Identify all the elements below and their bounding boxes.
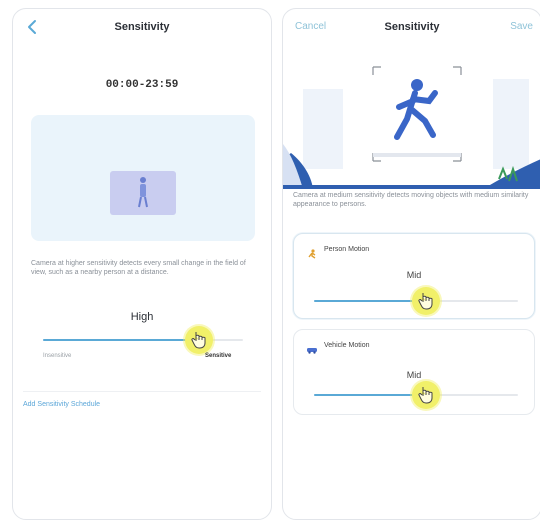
page-title: Sensitivity [384,21,440,33]
hand-pointer-icon [418,387,433,404]
left-sensitivity-screen: Sensitivity 00:00-23:59 Camera at higher… [12,8,272,520]
detection-illustration [283,49,540,189]
slider-fill [314,300,427,302]
add-schedule-link[interactable]: Add Sensitivity Schedule [23,401,100,408]
person-motion-icon [306,246,318,259]
slider-thumb[interactable] [412,287,441,315]
sensitivity-description: Camera at medium sensitivity detects mov… [293,192,529,208]
vehicle-icon [306,342,318,354]
vehicle-motion-card[interactable]: Vehicle Motion Mid [293,329,535,415]
page-title: Sensitivity [114,21,170,33]
slider-thumb[interactable] [412,381,441,409]
card-level-label: Mid [406,370,422,380]
card-label: Person Motion [324,246,370,253]
card-level-label: Mid [406,270,422,280]
slider-thumb[interactable] [185,326,213,354]
right-sensitivity-screen: Cancel Sensitivity Save Camera at medium… [282,8,540,520]
scene-illustration [283,49,540,189]
camera-preview [31,115,255,241]
time-range: 00:00-23:59 [105,79,179,91]
right-header: Cancel Sensitivity Save [283,9,540,45]
sensitivity-description: Camera at higher sensitivity detects eve… [31,260,246,276]
detection-zone [110,171,176,215]
sensitivity-level-label: High [130,311,154,323]
small-person-icon [138,177,148,208]
slider-max-label: Sensitive [205,353,232,359]
slider-min-label: Insensitive [43,353,72,359]
divider [23,391,261,392]
hand-pointer-icon [191,332,206,349]
sensitivity-slider[interactable] [43,339,243,341]
slider-fill [314,394,427,396]
save-button[interactable]: Save [510,21,533,32]
hand-pointer-icon [418,293,433,310]
card-label: Vehicle Motion [324,342,370,349]
slider-fill [43,339,199,341]
left-header: Sensitivity [13,9,271,45]
person-motion-card[interactable]: Person Motion Mid [293,233,535,319]
